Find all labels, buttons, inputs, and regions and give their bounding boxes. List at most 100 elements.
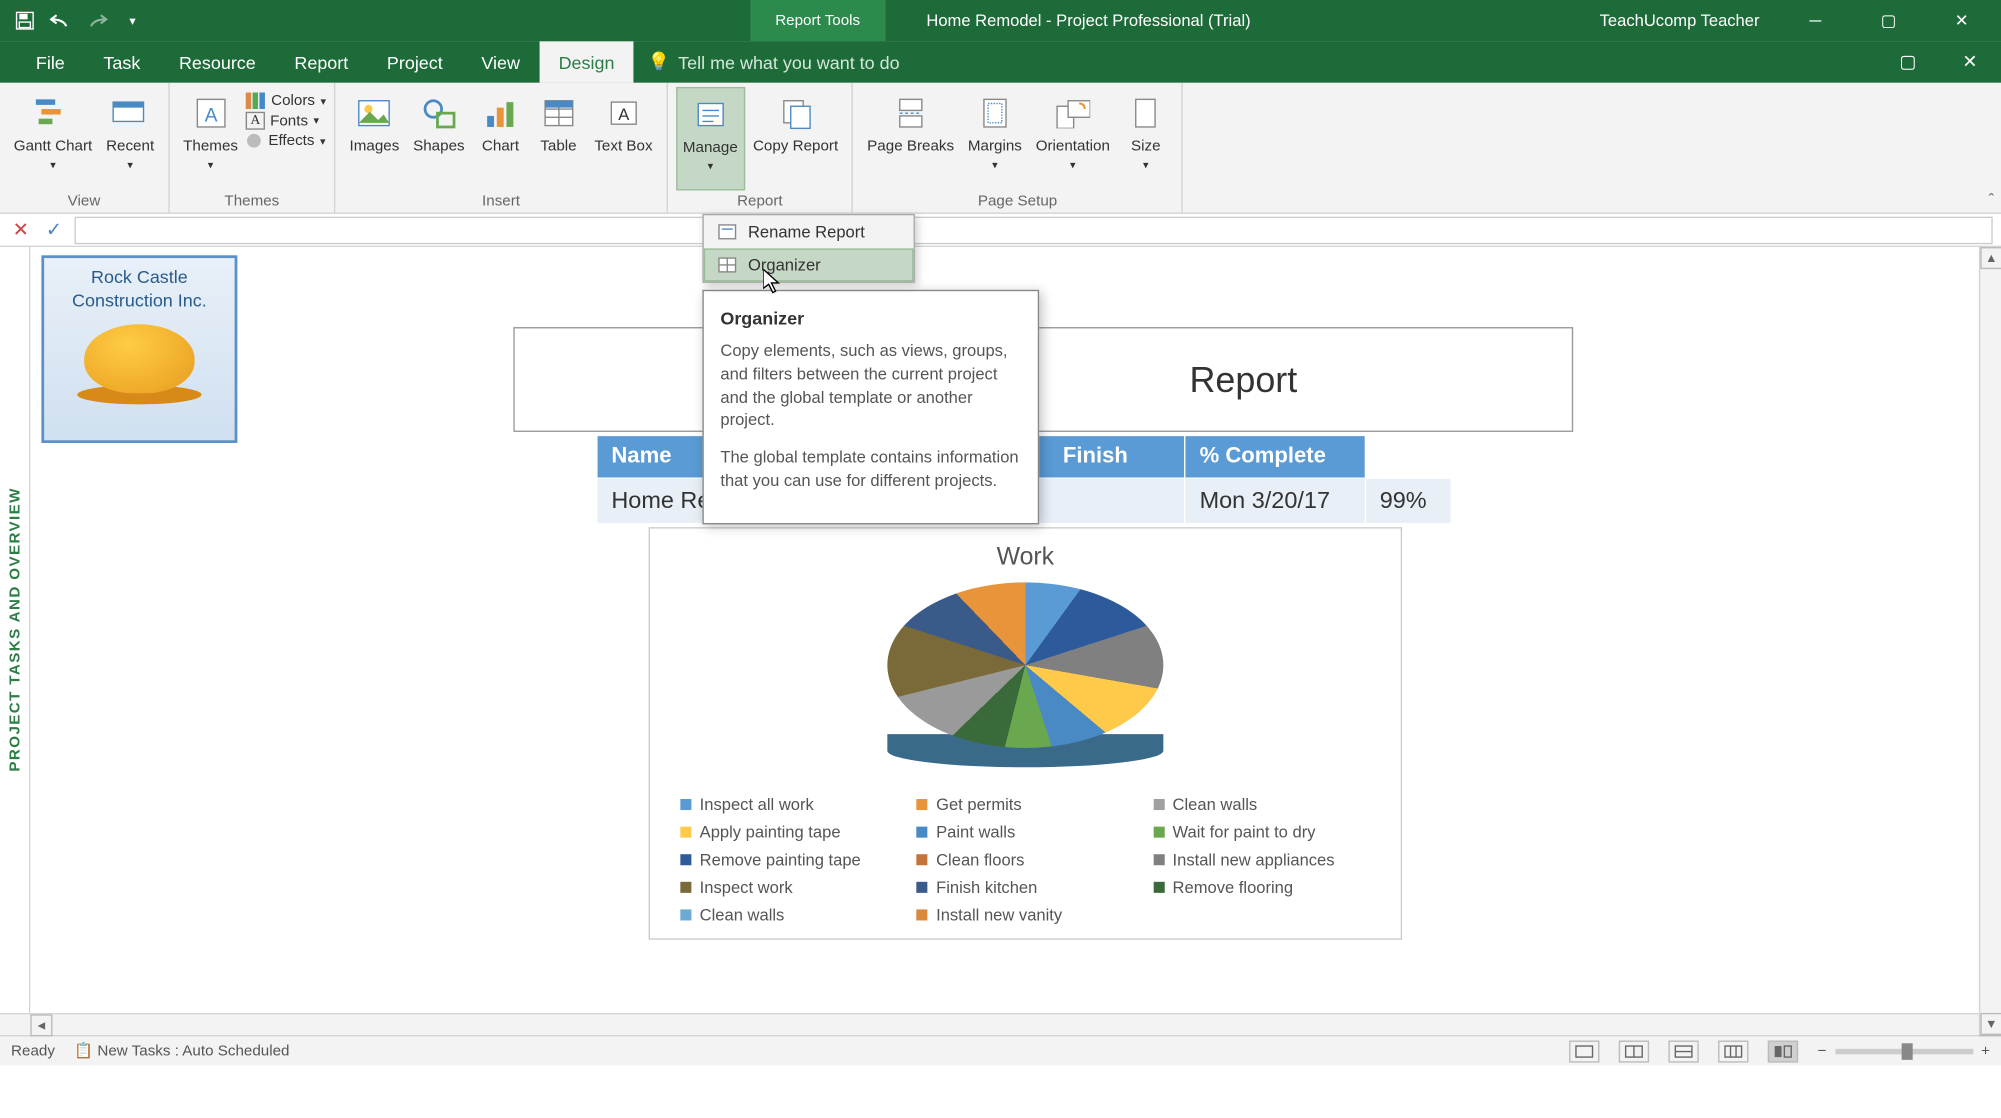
- margins-button[interactable]: Margins▾: [962, 87, 1027, 191]
- legend-item: Inspect all work: [680, 795, 897, 814]
- save-icon[interactable]: [11, 7, 39, 35]
- orientation-button[interactable]: Orientation▾: [1030, 87, 1115, 191]
- group-report-label: Report: [676, 190, 844, 212]
- col-complete[interactable]: % Complete: [1185, 435, 1365, 478]
- zoom-out-icon[interactable]: −: [1818, 1043, 1827, 1060]
- legend-item: Clean walls: [1153, 795, 1370, 814]
- zoom-in-icon[interactable]: +: [1981, 1043, 1990, 1060]
- legend-item: Apply painting tape: [680, 822, 897, 841]
- view-btn-2[interactable]: [1619, 1040, 1649, 1062]
- company-name-2: Construction Inc.: [52, 290, 226, 313]
- quick-access-toolbar: ▾: [0, 7, 157, 35]
- rename-report-item[interactable]: Rename Report: [704, 215, 914, 248]
- organizer-icon: [718, 257, 737, 274]
- organizer-item[interactable]: Organizer: [704, 248, 914, 281]
- zoom-control[interactable]: − +: [1818, 1043, 1990, 1060]
- hardhat-icon: [77, 324, 201, 407]
- shapes-button[interactable]: Shapes: [408, 87, 471, 191]
- close-window-button[interactable]: ✕: [1939, 41, 2001, 82]
- fonts-button[interactable]: AFonts ▾: [246, 112, 326, 130]
- group-insert-label: Insert: [344, 190, 658, 212]
- undo-icon[interactable]: [47, 7, 75, 35]
- tab-resource[interactable]: Resource: [160, 41, 275, 82]
- sidebar-label: PROJECT TASKS AND OVERVIEW: [6, 488, 23, 772]
- gantt-chart-button[interactable]: Gantt Chart▾: [8, 87, 98, 191]
- legend-item: Clean walls: [680, 905, 897, 924]
- qat-dropdown-icon[interactable]: ▾: [119, 7, 147, 35]
- legend-item: Remove flooring: [1153, 878, 1370, 897]
- lightbulb-icon: 💡: [648, 51, 670, 73]
- status-ready: Ready: [11, 1043, 55, 1060]
- scroll-up-icon[interactable]: ▲: [1980, 247, 2001, 269]
- effects-button[interactable]: Effects ▾: [246, 132, 326, 149]
- legend-item: Paint walls: [917, 822, 1134, 841]
- view-btn-3[interactable]: [1669, 1040, 1699, 1062]
- svg-text:A: A: [618, 105, 629, 124]
- collapse-ribbon-icon[interactable]: ˆ: [1989, 190, 1995, 209]
- svg-text:A: A: [204, 105, 217, 126]
- tab-report[interactable]: Report: [275, 41, 368, 82]
- entry-input[interactable]: [75, 216, 1993, 244]
- maximize-button[interactable]: ▢: [1857, 0, 1919, 41]
- page-breaks-button[interactable]: Page Breaks: [862, 87, 960, 191]
- themes-button[interactable]: AThemes▾: [178, 87, 244, 191]
- work-chart[interactable]: Work Inspect all workGet permitsClean wa…: [649, 527, 1402, 940]
- tab-file[interactable]: File: [17, 41, 85, 82]
- table-button[interactable]: Table: [531, 87, 586, 191]
- view-btn-5[interactable]: [1768, 1040, 1798, 1062]
- user-name: TeachUcomp Teacher: [1600, 11, 1760, 30]
- zoom-slider[interactable]: [1835, 1048, 1973, 1054]
- close-button[interactable]: ✕: [1931, 0, 1993, 41]
- group-page-setup-label: Page Setup: [862, 190, 1174, 212]
- title-bar: ▾ Report Tools Home Remodel - Project Pr…: [0, 0, 2001, 41]
- legend-item: Wait for paint to dry: [1153, 822, 1370, 841]
- colors-button[interactable]: Colors ▾: [246, 92, 326, 109]
- redo-icon[interactable]: [83, 7, 111, 35]
- horizontal-scrollbar[interactable]: ◄ ►: [0, 1013, 2001, 1035]
- status-newtasks: 📋 New Tasks : Auto Scheduled: [74, 1042, 289, 1060]
- legend-item: Install new appliances: [1153, 850, 1370, 869]
- company-name-1: Rock Castle: [52, 266, 226, 289]
- legend-item: Inspect work: [680, 878, 897, 897]
- tooltip-title: Organizer: [720, 308, 1021, 329]
- legend-item: Remove painting tape: [680, 850, 897, 869]
- rename-icon: [718, 224, 737, 241]
- legend-item: Finish kitchen: [917, 878, 1134, 897]
- size-button[interactable]: Size▾: [1118, 87, 1173, 191]
- group-view-label: View: [8, 190, 159, 212]
- document-title: Home Remodel - Project Professional (Tri…: [926, 11, 1250, 30]
- status-bar: Ready 📋 New Tasks : Auto Scheduled − +: [0, 1035, 2001, 1065]
- tab-view[interactable]: View: [462, 41, 539, 82]
- cancel-entry-icon[interactable]: ✕: [8, 217, 33, 242]
- vertical-scrollbar[interactable]: ▲ ▼: [1979, 247, 2001, 1035]
- restore-window-button[interactable]: ▢: [1877, 41, 1939, 82]
- images-button[interactable]: Images: [344, 87, 405, 191]
- view-btn-1[interactable]: [1569, 1040, 1599, 1062]
- report-title[interactable]: Report: [513, 327, 1573, 432]
- chart-button[interactable]: Chart: [473, 87, 528, 191]
- scroll-down-icon[interactable]: ▼: [1980, 1013, 2001, 1035]
- recent-button[interactable]: Recent▾: [101, 87, 160, 191]
- tell-me-search[interactable]: 💡 Tell me what you want to do: [648, 51, 900, 73]
- tab-design[interactable]: Design: [539, 41, 633, 82]
- ribbon-tabs: File Task Resource Report Project View D…: [0, 41, 2001, 82]
- context-tab-label: Report Tools: [750, 0, 885, 41]
- text-box-button[interactable]: AText Box: [589, 87, 658, 191]
- manage-dropdown: Rename Report Organizer: [702, 214, 915, 283]
- group-themes-label: Themes: [178, 190, 326, 212]
- view-btn-4[interactable]: [1718, 1040, 1748, 1062]
- accept-entry-icon[interactable]: ✓: [41, 217, 66, 242]
- manage-button[interactable]: Manage▾: [676, 87, 745, 191]
- tooltip-text-1: Copy elements, such as views, groups, an…: [720, 339, 1021, 432]
- copy-report-button[interactable]: Copy Report: [747, 87, 843, 191]
- tab-project[interactable]: Project: [368, 41, 462, 82]
- minimize-button[interactable]: ─: [1784, 0, 1846, 41]
- scroll-left-icon[interactable]: ◄: [30, 1014, 52, 1036]
- left-sidebar[interactable]: PROJECT TASKS AND OVERVIEW: [0, 247, 30, 1013]
- chart-legend: Inspect all work Get permits Clean walls Ap…: [664, 795, 1387, 925]
- tab-task[interactable]: Task: [84, 41, 160, 82]
- company-logo-card[interactable]: Rock Castle Construction Inc.: [41, 255, 237, 443]
- legend-item: Install new vanity: [917, 905, 1134, 924]
- entry-bar: ✕ ✓: [0, 214, 2001, 247]
- legend-item: Get permits: [917, 795, 1134, 814]
